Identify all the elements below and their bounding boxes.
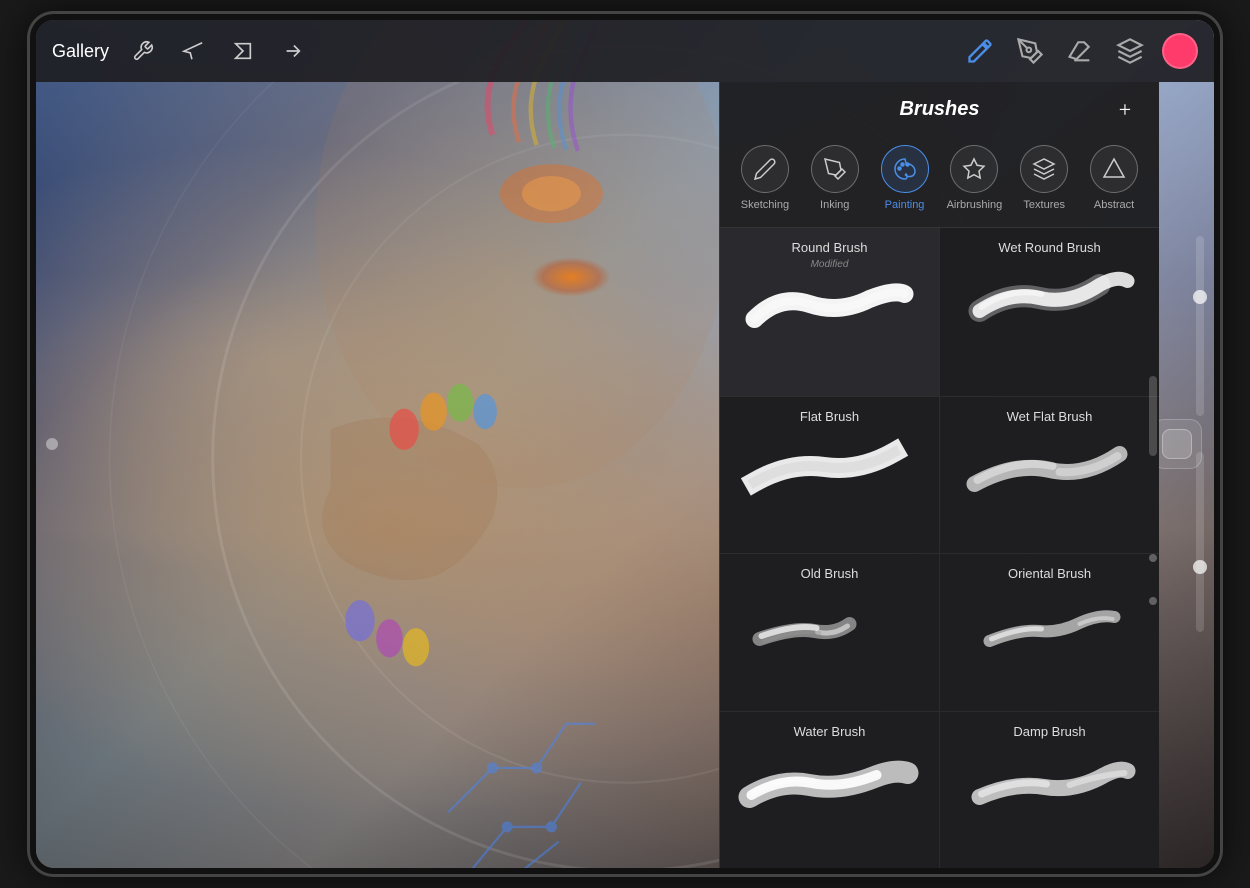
tab-painting[interactable]: Painting — [875, 145, 935, 211]
brush-item-old-brush[interactable]: Old Brush — [720, 554, 939, 711]
brush-item-wet-round-brush[interactable]: Wet Round Brush — [940, 228, 1159, 396]
tab-textures[interactable]: Textures — [1014, 145, 1074, 211]
brushes-panel-title: Brushes — [899, 98, 979, 121]
selection-tool-icon[interactable] — [277, 35, 309, 67]
tab-inking[interactable]: Inking — [805, 145, 865, 211]
brush-item-round-brush[interactable]: Round Brush Modified — [720, 228, 939, 396]
painting-label: Painting — [885, 199, 925, 211]
left-side-dot — [46, 438, 58, 450]
smudge-tool-icon[interactable] — [227, 35, 259, 67]
abstract-label: Abstract — [1094, 199, 1134, 211]
brush-tool-button[interactable] — [962, 33, 998, 69]
brush-item-damp-brush[interactable]: Damp Brush — [940, 712, 1159, 869]
gallery-button[interactable]: Gallery — [52, 41, 109, 62]
painting-icon — [881, 145, 929, 193]
tab-sketching[interactable]: Sketching — [735, 145, 795, 211]
brush-name-damp-brush: Damp Brush — [956, 724, 1143, 739]
brush-name-old-brush: Old Brush — [736, 566, 923, 581]
tab-airbrushing[interactable]: Airbrushing — [944, 145, 1004, 211]
brush-name-wet-flat-brush: Wet Flat Brush — [956, 409, 1143, 424]
brush-preview-flat-brush — [736, 432, 923, 502]
textures-label: Textures — [1023, 199, 1065, 211]
airbrushing-icon — [950, 145, 998, 193]
layers-button[interactable] — [1112, 33, 1148, 69]
toolbar-left: Gallery — [52, 35, 962, 67]
opacity-slider[interactable] — [1196, 236, 1204, 416]
sketching-label: Sketching — [741, 199, 789, 211]
inkpen-tool-button[interactable] — [1012, 33, 1048, 69]
inking-icon — [811, 145, 859, 193]
eraser-tool-button[interactable] — [1062, 33, 1098, 69]
toolbar: Gallery — [36, 20, 1214, 82]
toolbar-right — [962, 33, 1198, 69]
color-swatch-button[interactable] — [1162, 33, 1198, 69]
abstract-icon — [1090, 145, 1138, 193]
brush-item-water-brush[interactable]: Water Brush — [720, 712, 939, 869]
brush-preview-damp-brush — [956, 747, 1143, 817]
sketching-icon — [741, 145, 789, 193]
brush-item-flat-brush[interactable]: Flat Brush — [720, 397, 939, 554]
brush-preview-wet-flat-brush — [956, 432, 1143, 502]
category-tabs: Sketching Inking — [720, 137, 1159, 228]
brush-preview-wet-round-brush — [956, 263, 1143, 333]
brush-name-oriental-brush: Oriental Brush — [956, 566, 1143, 581]
tab-abstract[interactable]: Abstract — [1084, 145, 1144, 211]
home-button[interactable] — [1152, 419, 1202, 469]
brush-item-wet-flat-brush[interactable]: Wet Flat Brush — [940, 397, 1159, 554]
wrench-tool-icon[interactable] — [127, 35, 159, 67]
right-side-controls — [1196, 232, 1204, 636]
brushes-panel-header: Brushes + — [720, 82, 1159, 137]
brush-preview-old-brush — [736, 589, 923, 659]
brushes-add-button[interactable]: + — [1111, 96, 1139, 124]
adjust-tool-icon[interactable] — [177, 35, 209, 67]
inking-label: Inking — [820, 199, 849, 211]
brush-item-oriental-brush[interactable]: Oriental Brush — [940, 554, 1159, 711]
brush-name-wet-round-brush: Wet Round Brush — [956, 240, 1143, 255]
brush-preview-oriental-brush — [956, 589, 1143, 659]
brush-preview-water-brush — [736, 747, 923, 817]
brush-preview-round-brush — [736, 274, 923, 344]
brush-name-round-brush: Round Brush — [736, 240, 923, 255]
home-button-inner — [1162, 429, 1192, 459]
scrollbar-dot-2 — [1149, 597, 1157, 605]
left-side-control — [46, 438, 58, 450]
airbrushing-label: Airbrushing — [947, 199, 1003, 211]
brush-name-water-brush: Water Brush — [736, 724, 923, 739]
brush-name-flat-brush: Flat Brush — [736, 409, 923, 424]
panel-scrollbar[interactable] — [1149, 376, 1157, 456]
textures-icon — [1020, 145, 1068, 193]
brush-list: Round Brush Modified Wet Round Brush — [720, 228, 1159, 868]
brushes-panel: Brushes + Sketching — [719, 82, 1159, 868]
brush-subtitle-round-brush: Modified — [736, 259, 923, 270]
size-slider[interactable] — [1196, 452, 1204, 632]
device-frame: Gallery — [30, 14, 1220, 874]
